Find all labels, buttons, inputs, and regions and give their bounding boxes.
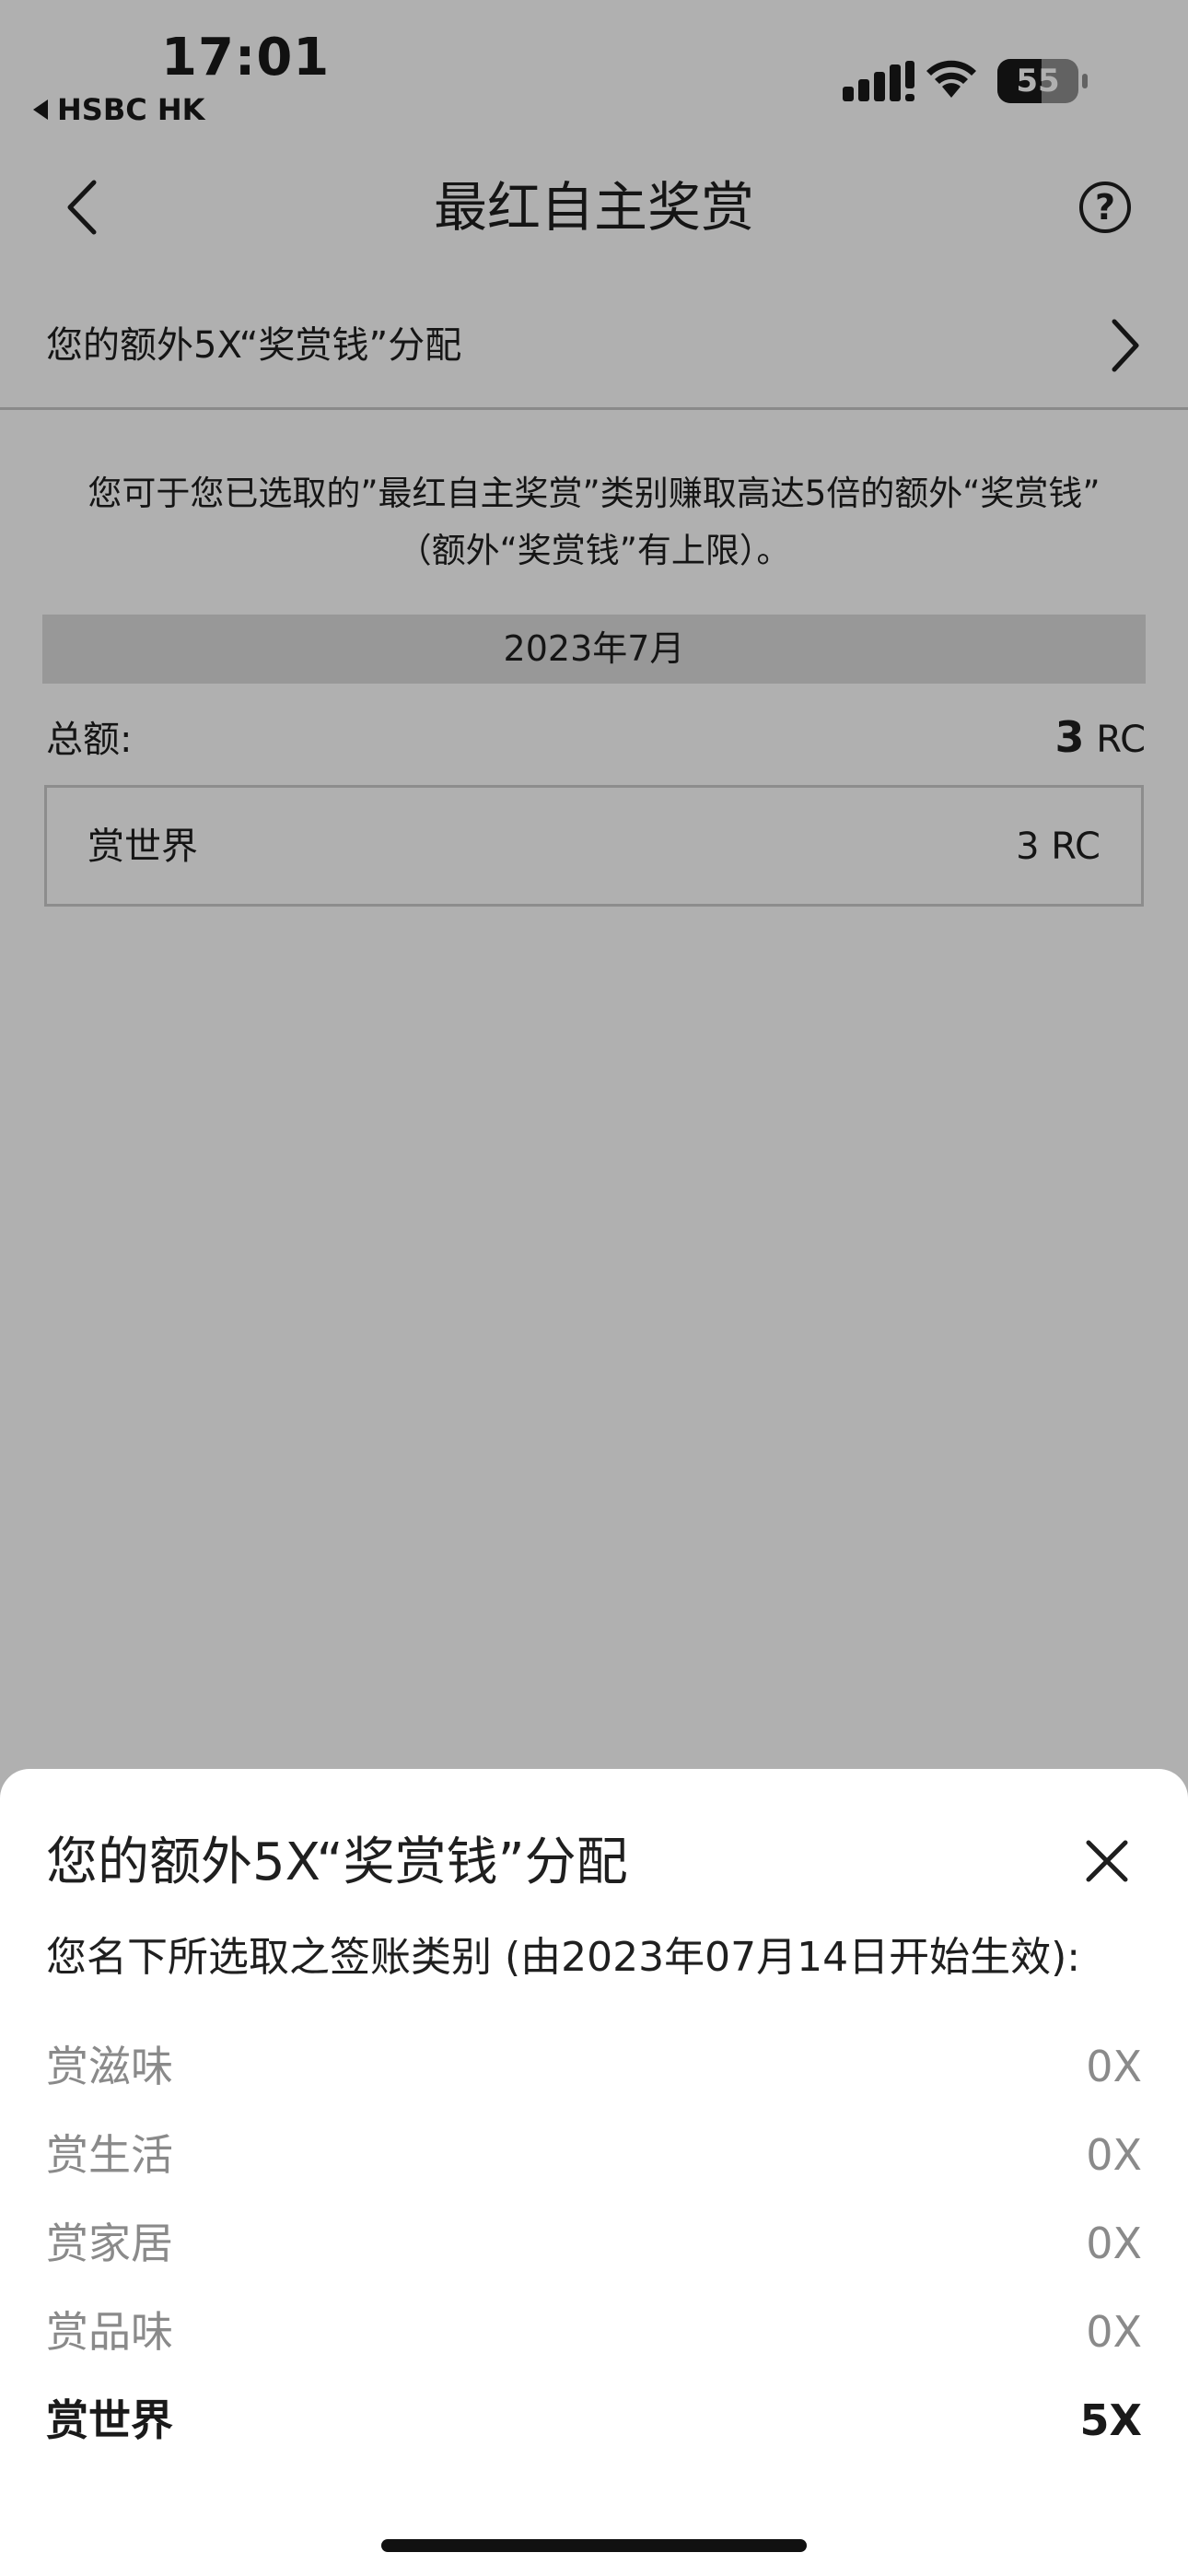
close-icon[interactable] (1079, 1833, 1135, 1889)
category-name: 赏品味 (46, 2307, 173, 2357)
category-name: 赏滋味 (46, 2042, 173, 2091)
category-multiplier: 0X (1086, 2130, 1142, 2180)
category-multiplier: 0X (1086, 2219, 1142, 2268)
category-multiplier: 5X (1079, 2395, 1142, 2445)
category-multiplier: 0X (1086, 2042, 1142, 2091)
list-item: 赏品味 0X (46, 2289, 1142, 2377)
allocation-sheet: 您的额外5X“奖赏钱”分配 您名下所选取之签账类别 (由2023年07月14日开… (0, 1769, 1188, 2576)
sheet-subtitle: 您名下所选取之签账类别 (由2023年07月14日开始生效): (46, 1934, 1081, 1981)
category-name: 赏世界 (46, 2395, 173, 2445)
list-item: 赏家居 0X (46, 2200, 1142, 2289)
category-multiplier: 0X (1086, 2307, 1142, 2357)
home-indicator[interactable] (381, 2539, 807, 2552)
list-item-selected: 赏世界 5X (46, 2377, 1142, 2465)
category-name: 赏家居 (46, 2219, 173, 2268)
app-screen: 17:01 HSBC HK 55 最红自主奖赏 ? 您的额外5X“奖赏钱”分配 (0, 0, 1188, 2576)
category-list: 赏滋味 0X 赏生活 0X 赏家居 0X 赏品味 0X 赏世界 5X (46, 2023, 1142, 2465)
list-item: 赏生活 0X (46, 2112, 1142, 2200)
sheet-title: 您的额外5X“奖赏钱”分配 (46, 1832, 628, 1892)
category-name: 赏生活 (46, 2130, 173, 2180)
list-item: 赏滋味 0X (46, 2023, 1142, 2112)
